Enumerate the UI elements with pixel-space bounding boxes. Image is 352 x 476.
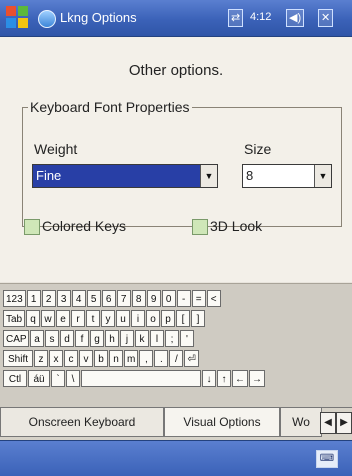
key[interactable]: z (34, 350, 48, 367)
key[interactable]: ↓ (202, 370, 216, 387)
key[interactable]: 7 (116, 290, 131, 307)
key[interactable]: ' (180, 330, 194, 347)
size-label: Size (244, 141, 272, 157)
onscreen-keyboard: 123 1 2 3 4 5 6 7 8 9 0 - = < Tab q w e … (0, 283, 352, 416)
tab-more[interactable]: Wo (280, 408, 322, 437)
weight-label: Weight (34, 141, 78, 157)
connectivity-icon[interactable]: ⇄ (228, 9, 244, 27)
key[interactable]: g (90, 330, 104, 347)
window-title: Lkng Options (60, 10, 137, 25)
key[interactable]: 1 (26, 290, 41, 307)
key[interactable]: 4 (71, 290, 86, 307)
key[interactable]: b (94, 350, 108, 367)
key[interactable]: ↑ (217, 370, 231, 387)
clock-text[interactable]: 4:12 (250, 9, 271, 25)
tab-strip: Onscreen Keyboard Visual Options Wo ◀ ▶ (0, 407, 352, 440)
volume-icon[interactable]: ◀) (286, 9, 305, 27)
enter-key[interactable]: ⏎ (184, 350, 199, 367)
key[interactable]: 3 (56, 290, 71, 307)
key[interactable]: < (206, 290, 221, 307)
key[interactable]: Shift (3, 350, 33, 367)
keyboard-sip-icon[interactable]: ⌨ (316, 450, 338, 468)
key[interactable]: 2 (41, 290, 56, 307)
key[interactable]: CAP (3, 330, 29, 347)
key[interactable]: j (120, 330, 134, 347)
colored-keys-label: Colored Keys (42, 218, 127, 234)
key[interactable]: 8 (131, 290, 146, 307)
key[interactable]: a (30, 330, 44, 347)
key[interactable]: 5 (86, 290, 101, 307)
key[interactable]: d (60, 330, 74, 347)
key[interactable]: 6 (101, 290, 116, 307)
key[interactable]: - (176, 290, 191, 307)
space-key[interactable] (81, 370, 201, 387)
keyboard-row-4: Shift z x c v b n m , . / ⏎ (3, 350, 199, 368)
keyboard-row-5: Ctl áü ` \ ↓ ↑ ← → (3, 370, 265, 388)
key[interactable]: t (86, 310, 100, 327)
start-windows-icon[interactable] (6, 6, 30, 30)
key[interactable]: o (146, 310, 160, 327)
page-heading: Other options. (128, 62, 224, 79)
key[interactable]: p (161, 310, 175, 327)
keyboard-row-3: CAP a s d f g h j k l ; ' (3, 330, 194, 348)
key[interactable]: 0 (161, 290, 176, 307)
key[interactable]: [ (176, 310, 190, 327)
key[interactable]: → (249, 370, 265, 387)
key[interactable]: u (116, 310, 130, 327)
tab-scroll-right-icon[interactable]: ▶ (336, 412, 352, 434)
key[interactable]: Tab (3, 310, 25, 327)
key[interactable]: i (131, 310, 145, 327)
key[interactable]: m (124, 350, 139, 367)
close-icon[interactable]: ✕ (318, 9, 334, 27)
tab-scroll-left-icon[interactable]: ◀ (320, 412, 336, 434)
key[interactable]: k (135, 330, 149, 347)
key[interactable]: áü (28, 370, 50, 387)
key[interactable]: ; (165, 330, 179, 347)
key[interactable]: h (105, 330, 119, 347)
font-properties-legend: Keyboard Font Properties (28, 99, 192, 115)
key[interactable]: x (49, 350, 63, 367)
title-bar: Lkng Options ⇄ 4:12 ◀) ✕ (0, 0, 352, 37)
key[interactable]: c (64, 350, 78, 367)
3d-look-checkbox[interactable] (192, 219, 208, 235)
weight-value: Fine (36, 168, 62, 183)
key[interactable]: ] (191, 310, 205, 327)
size-value: 8 (246, 168, 254, 183)
key[interactable]: y (101, 310, 115, 327)
key[interactable]: w (41, 310, 55, 327)
size-select[interactable]: 8 ▼ (242, 164, 332, 188)
key[interactable]: Ctl (3, 370, 27, 387)
chevron-down-icon[interactable]: ▼ (200, 165, 217, 187)
key[interactable]: 123 (3, 290, 26, 307)
key[interactable]: f (75, 330, 89, 347)
key[interactable]: v (79, 350, 93, 367)
key[interactable]: ` (51, 370, 65, 387)
key[interactable]: = (191, 290, 206, 307)
key[interactable]: , (139, 350, 154, 367)
keyboard-row-1: 123 1 2 3 4 5 6 7 8 9 0 - = < (3, 290, 221, 308)
options-panel: Other options. Keyboard Font Properties … (0, 37, 352, 282)
key[interactable]: \ (66, 370, 80, 387)
key[interactable]: l (150, 330, 164, 347)
chevron-down-icon[interactable]: ▼ (314, 165, 331, 187)
key[interactable]: r (71, 310, 85, 327)
key[interactable]: . (154, 350, 169, 367)
3d-look-label: 3D Look (210, 218, 263, 234)
colored-keys-checkbox[interactable] (24, 219, 40, 235)
command-bar: ⌨ (0, 440, 352, 476)
tab-visual-options[interactable]: Visual Options (164, 408, 280, 437)
key[interactable]: ← (232, 370, 248, 387)
key[interactable]: / (169, 350, 184, 367)
key[interactable]: q (26, 310, 40, 327)
tab-onscreen-keyboard[interactable]: Onscreen Keyboard (0, 408, 164, 437)
keyboard-row-2: Tab q w e r t y u i o p [ ] (3, 310, 205, 328)
app-icon (38, 10, 56, 28)
key[interactable]: 9 (146, 290, 161, 307)
weight-select[interactable]: Fine ▼ (32, 164, 218, 188)
key[interactable]: e (56, 310, 70, 327)
key[interactable]: n (109, 350, 123, 367)
key[interactable]: s (45, 330, 59, 347)
